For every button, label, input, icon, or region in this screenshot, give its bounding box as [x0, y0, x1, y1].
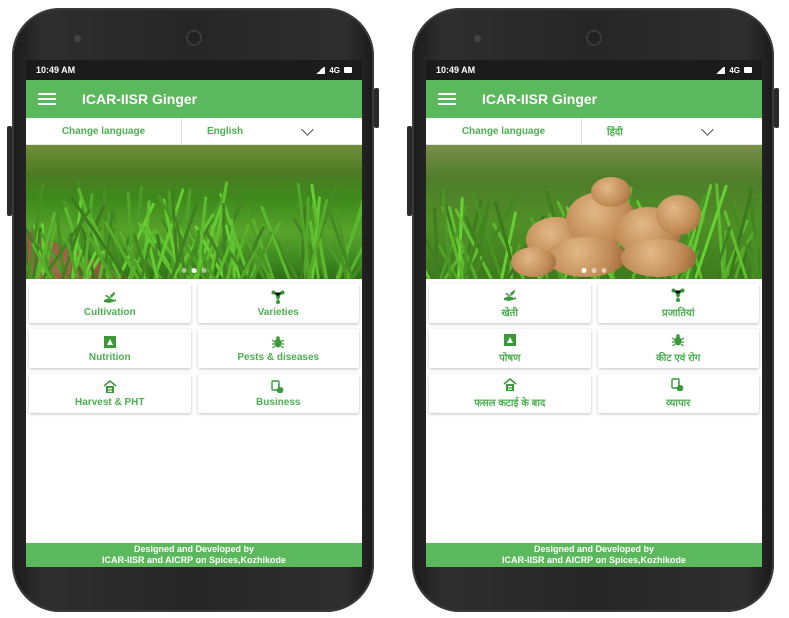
app-title: ICAR-IISR Ginger — [82, 91, 198, 107]
status-time: 10:49 AM — [36, 65, 76, 75]
selected-language: English — [207, 125, 244, 137]
hand-plant-icon — [503, 288, 517, 302]
volume-button — [407, 126, 412, 216]
menu-tile[interactable]: Nutrition — [29, 329, 191, 368]
selected-language: हिंदी — [607, 127, 623, 138]
nutrition-icon — [103, 335, 117, 349]
menu-tile[interactable]: Harvest & PHT — [29, 374, 191, 413]
status-bar: 10:49 AM 4G — [26, 60, 362, 80]
battery-icon — [344, 67, 352, 73]
sensor-dot — [74, 35, 81, 42]
menu-tile[interactable]: पोषण — [429, 329, 591, 368]
menu-tile-label: Varieties — [257, 306, 299, 318]
banner-image-ginger-field[interactable] — [26, 145, 362, 279]
change-language-label: Change language — [26, 118, 182, 144]
phone-left: 10:49 AM 4G ICAR-IISR Ginger Change lang… — [7, 8, 379, 612]
language-bar: Change language English — [26, 118, 362, 145]
banner-image-ginger-rhizome[interactable] — [426, 145, 762, 279]
menu-tile-label: Pests & diseases — [237, 351, 320, 363]
volume-button — [7, 126, 12, 216]
network-icon — [271, 290, 285, 304]
app-bar: ICAR-IISR Ginger — [26, 80, 362, 118]
language-dropdown[interactable]: हिंदी — [582, 118, 762, 144]
menu-tile[interactable]: Varieties — [197, 284, 359, 323]
change-language-label: Change language — [426, 118, 582, 144]
menu-tile[interactable]: Cultivation — [29, 284, 191, 323]
ginger-rhizome-image — [506, 177, 711, 279]
menu-tile-label: व्यापार — [666, 398, 691, 409]
status-bar: 10:49 AM 4G — [426, 60, 762, 80]
bug-icon — [271, 335, 285, 349]
language-bar: Change language हिंदी — [426, 118, 762, 145]
footer-line-1: Designed and Developed by — [133, 544, 255, 554]
menu-grid: खेती प्रजातियां पोषण कीट एवं रोग फसल कटाई के… — [426, 279, 762, 418]
sensor-dot — [474, 35, 481, 42]
chevron-down-icon — [701, 122, 714, 136]
chevron-down-icon — [301, 122, 314, 136]
menu-tile[interactable]: Business — [197, 374, 359, 413]
menu-grid: Cultivation Varieties Nutrition Pests & dis… — [26, 279, 362, 418]
footer-line-2: ICAR-IISR and AICRP on Spices,Kozhikode — [101, 555, 287, 565]
front-camera — [186, 30, 202, 46]
network-icon — [671, 288, 685, 302]
bug-icon — [671, 333, 685, 347]
screen: 10:49 AM 4G ICAR-IISR Ginger Change lang… — [426, 60, 762, 567]
app-title: ICAR-IISR Ginger — [482, 91, 598, 107]
menu-tile-label: कीट एवं रोग — [656, 353, 701, 364]
menu-tile-label: खेती — [501, 308, 518, 319]
menu-tile[interactable]: फसल कटाई के बाद — [429, 374, 591, 413]
power-button — [774, 88, 779, 128]
language-dropdown[interactable]: English — [182, 118, 362, 144]
hamburger-menu-icon[interactable] — [438, 93, 456, 105]
storehouse-icon — [503, 378, 517, 392]
footer-line-2: ICAR-IISR and AICRP on Spices,Kozhikode — [501, 555, 687, 565]
menu-tile-label: फसल कटाई के बाद — [474, 398, 546, 409]
hamburger-menu-icon[interactable] — [38, 93, 56, 105]
battery-icon — [744, 67, 752, 73]
business-icon — [271, 379, 285, 394]
menu-tile-label: प्रजातियां — [662, 308, 695, 319]
storehouse-icon — [103, 379, 117, 394]
nutrition-icon — [503, 333, 517, 347]
status-time: 10:49 AM — [436, 65, 476, 75]
power-button — [374, 88, 379, 128]
menu-tile[interactable]: खेती — [429, 284, 591, 323]
menu-tile[interactable]: प्रजातियां — [597, 284, 759, 323]
screen: 10:49 AM 4G ICAR-IISR Ginger Change lang… — [26, 60, 362, 567]
menu-tile-label: Business — [256, 396, 301, 408]
hand-plant-icon — [103, 290, 117, 304]
footer-credit: Designed and Developed by ICAR-IISR and … — [26, 543, 362, 567]
footer-credit: Designed and Developed by ICAR-IISR and … — [426, 543, 762, 567]
menu-tile-label: Cultivation — [83, 306, 136, 318]
signal-icon — [315, 66, 326, 74]
footer-line-1: Designed and Developed by — [533, 544, 655, 554]
network-type: 4G — [729, 65, 740, 75]
carousel-dots — [581, 268, 607, 273]
front-camera — [586, 30, 602, 46]
carousel-dots — [181, 268, 207, 273]
menu-tile[interactable]: Pests & diseases — [197, 329, 359, 368]
phone-right: 10:49 AM 4G ICAR-IISR Ginger Change lang… — [407, 8, 779, 612]
menu-tile[interactable]: कीट एवं रोग — [597, 329, 759, 368]
network-type: 4G — [329, 65, 340, 75]
business-icon — [671, 378, 685, 392]
menu-tile-label: Harvest & PHT — [75, 396, 145, 408]
signal-icon — [715, 66, 726, 74]
menu-tile[interactable]: व्यापार — [597, 374, 759, 413]
menu-tile-label: Nutrition — [88, 351, 131, 363]
menu-tile-label: पोषण — [499, 353, 521, 364]
app-bar: ICAR-IISR Ginger — [426, 80, 762, 118]
